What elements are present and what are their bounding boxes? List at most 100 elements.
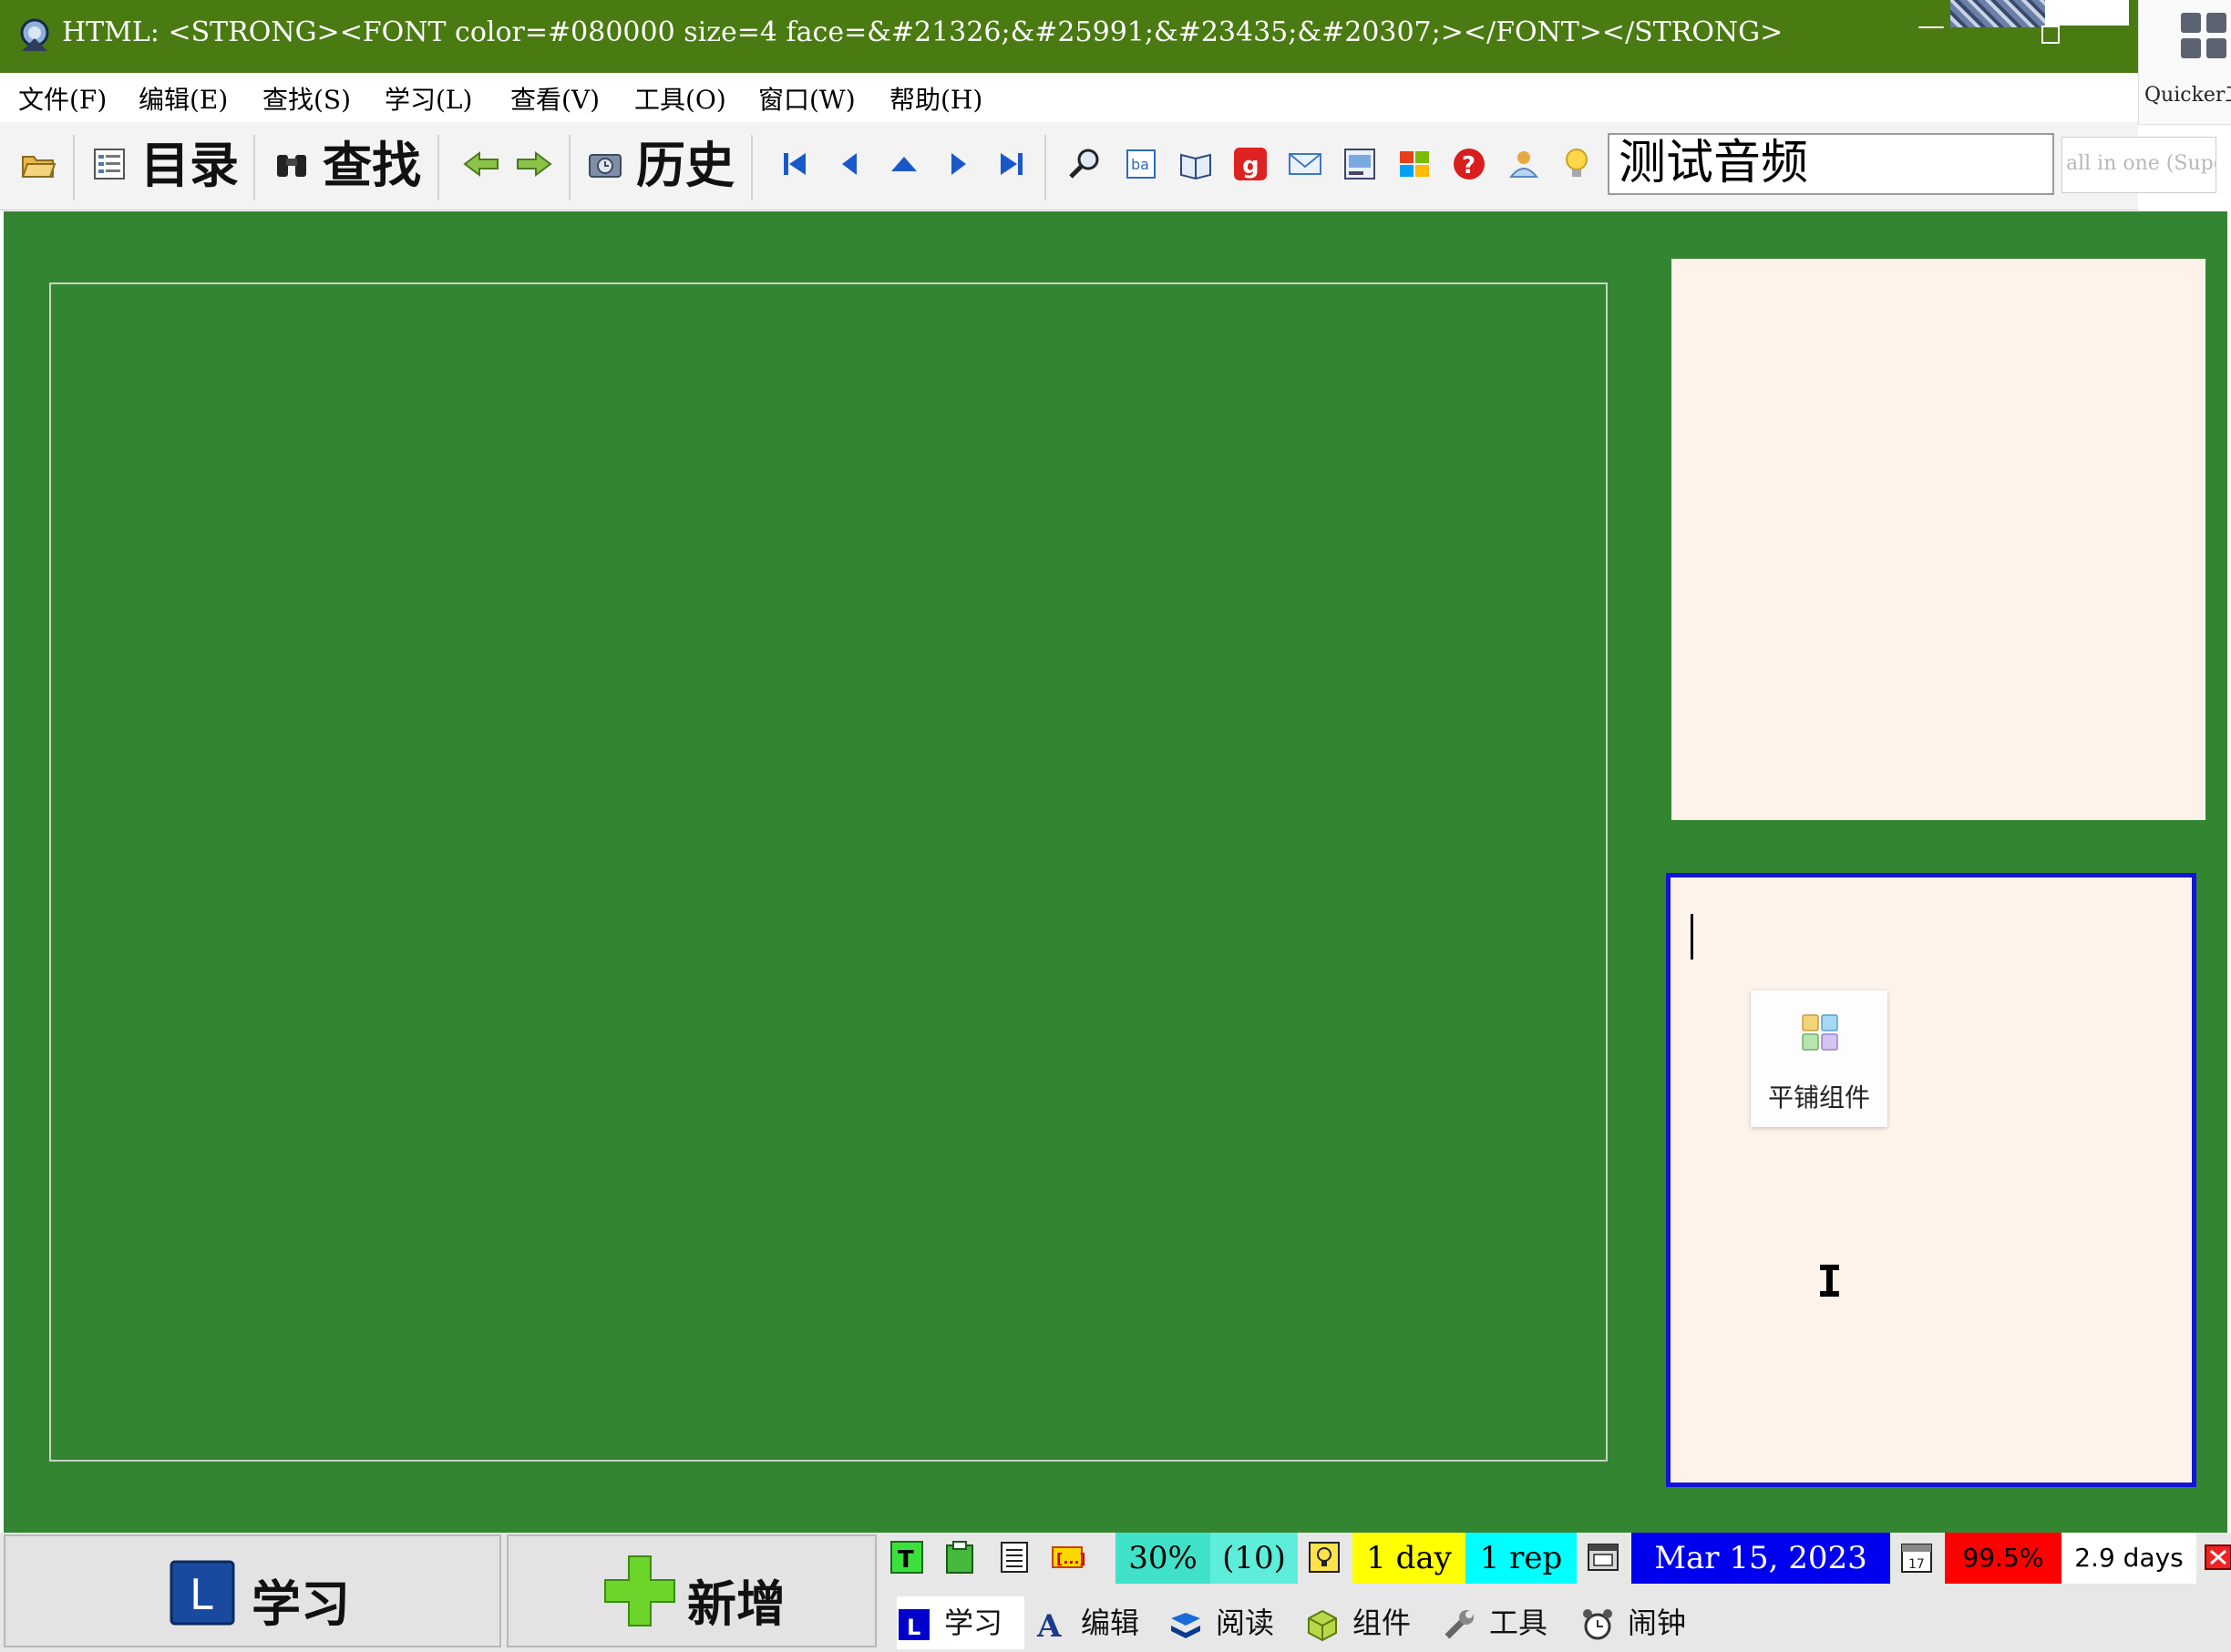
menu-search[interactable]: 查找(S) — [262, 80, 351, 117]
learn-badge-icon: L — [170, 1560, 235, 1626]
toolbar-separator — [1044, 135, 1046, 200]
add-button[interactable]: 新增 — [507, 1534, 877, 1647]
thumbnail-blank — [2045, 0, 2129, 26]
help-icon[interactable]: ? — [1451, 146, 1487, 182]
history-icon[interactable] — [587, 146, 623, 182]
parent-icon[interactable] — [886, 146, 922, 182]
html-component-frame[interactable] — [49, 282, 1608, 1462]
previous-icon[interactable] — [831, 146, 868, 182]
mail-icon[interactable] — [1287, 146, 1323, 182]
svg-text:A: A — [1036, 1608, 1062, 1642]
svg-text:g: g — [1242, 152, 1259, 180]
mode-tab-read[interactable]: 阅读 — [1168, 1596, 1274, 1649]
stat-date[interactable]: Mar 15, 2023 — [1631, 1533, 1890, 1584]
learn-mode-icon: L — [899, 1609, 930, 1640]
wrench-icon — [1444, 1610, 1474, 1639]
menu-window[interactable]: 窗口(W) — [758, 80, 856, 117]
stat-repetitions[interactable]: 1 rep — [1465, 1533, 1577, 1584]
open-folder-icon[interactable] — [20, 146, 57, 182]
tile-components-button[interactable]: 平铺组件 — [1751, 990, 1887, 1127]
thumbnail-preview[interactable] — [1950, 0, 2045, 27]
menu-learn[interactable]: 学习(L) — [385, 80, 472, 117]
svg-text:[...]: [...] — [1056, 1550, 1085, 1567]
back-arrow-icon[interactable] — [463, 146, 499, 182]
menu-file[interactable]: 文件(F) — [18, 80, 107, 117]
lightbulb-icon[interactable] — [1558, 146, 1595, 182]
mode-tab-label: 编辑 — [1081, 1606, 1140, 1640]
tile-components-label: 平铺组件 — [1767, 1083, 1870, 1113]
minimize-button[interactable]: — — [1917, 13, 1945, 40]
quicker-launcher[interactable]: Quicker工 — [2138, 0, 2231, 125]
contents-icon[interactable] — [91, 146, 128, 182]
search-button[interactable]: 查找 — [323, 139, 421, 193]
svg-text:T: T — [898, 1546, 914, 1574]
menu-help[interactable]: 帮助(H) — [889, 80, 982, 117]
binoculars-icon[interactable] — [273, 146, 310, 182]
mode-tab-learn[interactable]: L 学习 — [897, 1596, 1024, 1649]
svg-text:17: 17 — [1908, 1557, 1925, 1572]
mode-tab-label: 学习 — [944, 1606, 1003, 1640]
element-window: 平铺组件 I — [4, 211, 2227, 1533]
mode-tab-label: 组件 — [1352, 1606, 1412, 1640]
active-component-area[interactable]: 平铺组件 I — [1666, 873, 2196, 1487]
mode-tab-alarm[interactable]: 闹钟 — [1580, 1596, 1686, 1649]
image-component-area[interactable] — [1671, 259, 2205, 820]
learn-mode-letter: L — [907, 1615, 920, 1640]
image-window-icon[interactable] — [1342, 146, 1378, 182]
windows-logo-icon[interactable] — [1396, 146, 1433, 182]
mode-tab-edit[interactable]: A 编辑 — [1033, 1596, 1139, 1649]
menu-edit[interactable]: 编辑(E) — [139, 80, 228, 117]
magnifier-icon[interactable] — [1066, 146, 1103, 182]
text-registry-icon[interactable]: T — [889, 1540, 924, 1575]
toolbar-separator — [253, 135, 255, 200]
history-button[interactable]: 历史 — [636, 139, 735, 193]
stat-retention[interactable]: 99.5% — [1945, 1533, 2061, 1584]
mode-tab-components[interactable]: 组件 — [1305, 1596, 1411, 1649]
reference-icon[interactable]: [...] — [1050, 1540, 1085, 1575]
element-title-field[interactable]: 测试音频 — [1608, 133, 2054, 195]
svg-text:?: ? — [1462, 152, 1475, 180]
menu-view[interactable]: 查看(V) — [510, 80, 600, 117]
maximize-button[interactable] — [2041, 26, 2060, 44]
learn-button[interactable]: L 学习 — [4, 1534, 501, 1647]
clipboard-icon[interactable] — [942, 1540, 977, 1575]
mode-tab-label: 阅读 — [1216, 1606, 1275, 1640]
tile-grid-icon — [1802, 1014, 1838, 1051]
bottom-bar: L 学习 新增 T [...] 30% (10) 1 day 1 rep Mar… — [0, 1533, 2231, 1652]
window-title-bar: HTML: <STRONG><FONT color=#080000 size=4… — [0, 0, 2231, 73]
collection-field[interactable]: all in one (Supe — [2061, 137, 2216, 193]
first-icon[interactable] — [776, 146, 813, 182]
contents-button[interactable]: 目录 — [140, 139, 239, 193]
forward-arrow-icon[interactable] — [516, 146, 552, 182]
mouse-ibeam-cursor: I — [1816, 1257, 1843, 1308]
toolbar-separator — [73, 135, 75, 200]
stat-days[interactable]: 2.9 days — [2061, 1533, 2196, 1584]
stat-percent[interactable]: 30% — [1116, 1533, 1210, 1584]
profile-icon[interactable] — [1506, 146, 1542, 182]
last-icon[interactable] — [993, 146, 1030, 182]
toolbar-separator — [751, 135, 753, 200]
edit-mode-icon: A — [1036, 1608, 1062, 1642]
stat-interval[interactable]: 1 day — [1352, 1533, 1465, 1584]
toolbar-separator — [569, 135, 571, 200]
stat-count[interactable]: (10) — [1210, 1533, 1298, 1584]
calendar-window-icon[interactable] — [1586, 1540, 1620, 1575]
read-mode-icon — [1171, 1613, 1200, 1638]
mode-tab-tools[interactable]: 工具 — [1442, 1596, 1547, 1649]
google-icon[interactable]: g — [1232, 146, 1269, 182]
dictionary-icon[interactable]: ba — [1123, 146, 1159, 182]
plus-icon — [604, 1555, 675, 1626]
book-icon[interactable] — [1177, 146, 1214, 182]
window-title: HTML: <STRONG><FONT color=#080000 size=4… — [62, 16, 1784, 48]
text-caret — [1691, 914, 1693, 959]
next-icon[interactable] — [941, 146, 977, 182]
components-mode-icon — [1308, 1609, 1337, 1642]
toolbar: 目录 查找 历史 ba g ? 测试音频 all in one (Supe — [0, 122, 2216, 210]
document-icon[interactable] — [997, 1540, 1032, 1575]
close-statusbar-icon[interactable] — [2204, 1540, 2231, 1575]
calendar-17-icon[interactable]: 17 — [1899, 1540, 1934, 1575]
menu-tools[interactable]: 工具(O) — [634, 80, 726, 117]
learn-badge-letter: L — [190, 1570, 213, 1619]
alarm-clock-icon — [1583, 1609, 1612, 1640]
priority-bulb-icon[interactable] — [1307, 1540, 1342, 1575]
